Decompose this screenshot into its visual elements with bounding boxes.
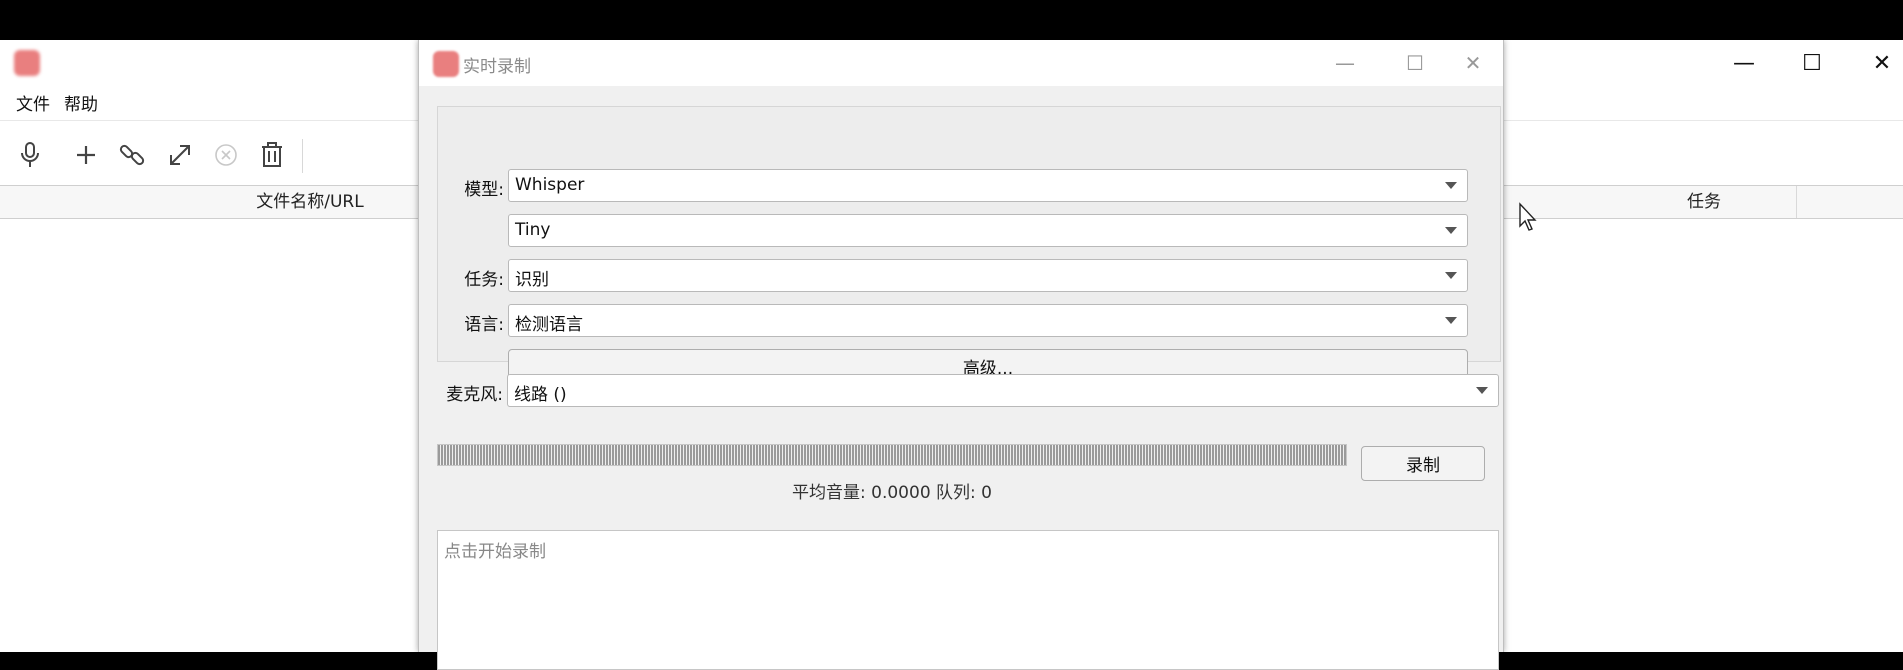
transcript-textarea[interactable]: 点击开始录制 — [437, 530, 1499, 670]
dialog-app-icon — [433, 51, 459, 77]
dialog-title: 实时录制 — [463, 57, 531, 77]
model-size-value: Tiny — [515, 220, 551, 240]
plus-icon[interactable] — [68, 137, 104, 173]
main-maximize-button[interactable]: ☐ — [1782, 42, 1842, 84]
microphone-label: 麦克风: — [446, 385, 503, 405]
realtime-dialog: 实时录制 — ☐ ✕ 模型: Whisper Tiny 任务: 识别 语言: 检… — [418, 40, 1504, 670]
microphone-select-value: 线路 () — [514, 385, 567, 405]
column-extra[interactable] — [1797, 186, 1903, 218]
expand-icon[interactable] — [162, 137, 198, 173]
transcription-settings-group: 模型: Whisper Tiny 任务: 识别 语言: 检测语言 高级... — [437, 106, 1501, 384]
trash-icon[interactable] — [254, 137, 290, 173]
microphone-icon[interactable] — [12, 137, 48, 173]
model-label: 模型: — [464, 180, 504, 200]
task-select[interactable]: 识别 — [508, 259, 1468, 292]
model-select-value: Whisper — [515, 175, 585, 195]
audio-level-meter — [437, 444, 1347, 466]
column-task[interactable]: 任务 — [1612, 186, 1797, 218]
language-label: 语言: — [464, 315, 504, 335]
menu-file[interactable]: 文件 — [0, 90, 60, 115]
app-logo-icon — [14, 50, 40, 76]
chevron-down-icon — [1445, 272, 1457, 279]
task-select-value: 识别 — [515, 270, 549, 290]
model-size-select[interactable]: Tiny — [508, 214, 1468, 247]
microphone-select[interactable]: 线路 () — [507, 374, 1499, 407]
record-button[interactable]: 录制 — [1361, 446, 1485, 481]
chevron-down-icon — [1476, 387, 1488, 394]
dialog-minimize-button[interactable]: — — [1315, 42, 1375, 84]
model-select[interactable]: Whisper — [508, 169, 1468, 202]
app-title — [48, 54, 77, 72]
toolbar-separator — [302, 139, 303, 173]
transcript-placeholder: 点击开始录制 — [444, 542, 546, 562]
chevron-down-icon — [1445, 227, 1457, 234]
dialog-close-button[interactable]: ✕ — [1443, 42, 1503, 84]
dialog-titlebar: 实时录制 — ☐ ✕ — [419, 40, 1503, 86]
screen-top-bar — [0, 0, 1903, 40]
audio-status-text: 平均音量: 0.0000 队列: 0 — [792, 483, 992, 503]
chevron-down-icon — [1445, 182, 1457, 189]
language-select-value: 检测语言 — [515, 315, 583, 335]
language-select[interactable]: 检测语言 — [508, 304, 1468, 337]
menu-help[interactable]: 帮助 — [60, 90, 108, 115]
dialog-maximize-button[interactable]: ☐ — [1385, 42, 1445, 84]
main-close-button[interactable]: ✕ — [1852, 42, 1903, 84]
chevron-down-icon — [1445, 317, 1457, 324]
mouse-cursor-icon — [1518, 202, 1540, 237]
cancel-circle-icon[interactable] — [208, 137, 244, 173]
task-label: 任务: — [464, 270, 504, 290]
link-icon[interactable] — [114, 137, 150, 173]
main-minimize-button[interactable]: — — [1714, 42, 1774, 84]
